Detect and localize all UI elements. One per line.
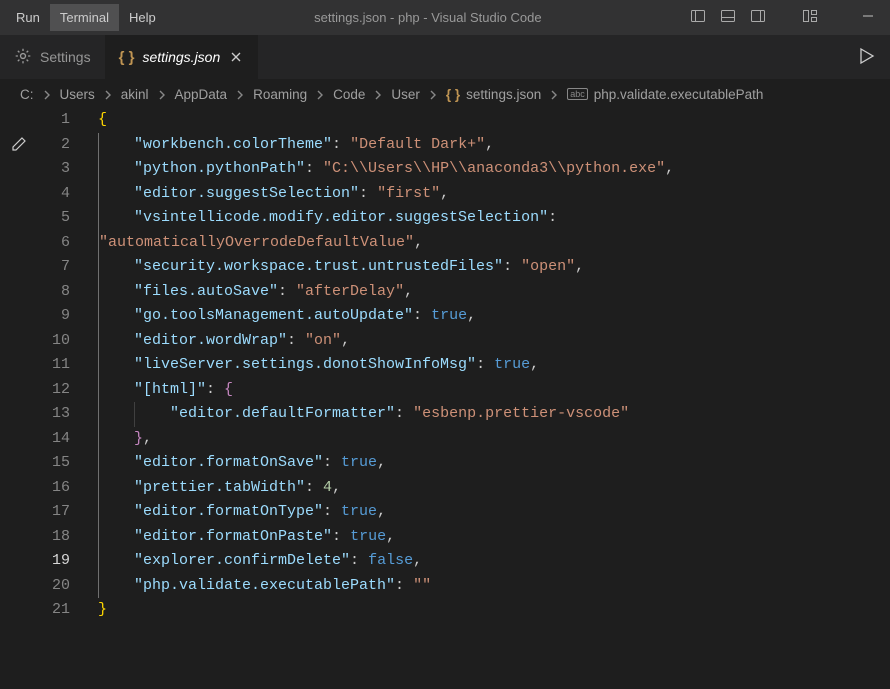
line-number: 19 <box>38 549 70 574</box>
symbol-string-icon: abc <box>567 88 588 100</box>
code-line[interactable]: "[html]": { <box>98 378 674 403</box>
line-number: 10 <box>38 329 70 354</box>
tab-settings-label: Settings <box>40 49 91 65</box>
chevron-right-icon <box>40 86 54 101</box>
breadcrumb-segment[interactable]: C: <box>20 87 34 102</box>
breadcrumb-segment[interactable]: Users <box>60 87 95 102</box>
line-number: 13 <box>38 402 70 427</box>
line-number: 2 <box>38 133 70 158</box>
chevron-right-icon <box>101 86 115 101</box>
line-number: 11 <box>38 353 70 378</box>
line-numbers: 123456789101112131415161718192021 <box>38 108 74 689</box>
code-line[interactable]: "python.pythonPath": "C:\\Users\\HP\\ana… <box>98 157 674 182</box>
code-line[interactable]: "editor.formatOnType": true, <box>98 500 674 525</box>
chevron-right-icon <box>233 86 247 101</box>
menubar: Run Terminal Help <box>0 4 166 31</box>
window-title: settings.json - php - Visual Studio Code <box>166 10 690 25</box>
line-number: 21 <box>38 598 70 623</box>
line-number: 6 <box>38 231 70 256</box>
minimize-icon[interactable] <box>860 8 876 27</box>
breadcrumb-segment[interactable]: User <box>391 87 420 102</box>
line-number: 8 <box>38 280 70 305</box>
code-line[interactable]: "php.validate.executablePath": "" <box>98 574 674 599</box>
chevron-right-icon <box>547 86 561 101</box>
pencil-icon[interactable] <box>11 140 27 157</box>
chevron-right-icon <box>155 86 169 101</box>
code-line[interactable]: "automaticallyOverrodeDefaultValue", <box>98 231 674 256</box>
code-line[interactable] <box>98 623 674 648</box>
code-line[interactable]: "editor.suggestSelection": "first", <box>98 182 674 207</box>
run-icon[interactable] <box>856 46 876 69</box>
panel-bottom-icon[interactable] <box>720 8 736 27</box>
line-number: 3 <box>38 157 70 182</box>
code-line[interactable]: } <box>98 598 674 623</box>
menu-terminal[interactable]: Terminal <box>50 4 119 31</box>
editor[interactable]: 123456789101112131415161718192021 {"work… <box>0 108 890 689</box>
line-number: 12 <box>38 378 70 403</box>
gear-icon <box>14 47 32 68</box>
line-number: 5 <box>38 206 70 231</box>
code-line[interactable]: "liveServer.settings.donotShowInfoMsg": … <box>98 353 674 378</box>
line-number: 14 <box>38 427 70 452</box>
panel-left-icon[interactable] <box>690 8 706 27</box>
code-line[interactable]: { <box>98 108 674 133</box>
breadcrumb-file[interactable]: settings.json <box>466 87 541 102</box>
titlebar: Run Terminal Help settings.json - php - … <box>0 0 890 35</box>
code-line[interactable]: "editor.defaultFormatter": "esbenp.prett… <box>98 402 674 427</box>
chevron-right-icon <box>313 86 327 101</box>
layout-controls <box>690 8 890 27</box>
code-line[interactable]: "security.workspace.trust.untrustedFiles… <box>98 255 674 280</box>
code-line[interactable]: "editor.formatOnSave": true, <box>98 451 674 476</box>
line-number: 1 <box>38 108 70 133</box>
line-number: 16 <box>38 476 70 501</box>
tab-file-label: settings.json <box>142 49 220 65</box>
code-line[interactable]: "go.toolsManagement.autoUpdate": true, <box>98 304 674 329</box>
breadcrumb-segment[interactable]: Roaming <box>253 87 307 102</box>
glyph-margin <box>0 108 38 689</box>
line-number: 18 <box>38 525 70 550</box>
panel-right-icon[interactable] <box>750 8 766 27</box>
close-icon[interactable] <box>228 49 244 65</box>
line-number: 4 <box>38 182 70 207</box>
breadcrumb-segment[interactable]: akinl <box>121 87 149 102</box>
breadcrumb-symbol[interactable]: php.validate.executablePath <box>594 87 764 102</box>
menu-help[interactable]: Help <box>119 4 166 31</box>
customize-layout-icon[interactable] <box>802 8 818 27</box>
code-line[interactable]: "vsintellicode.modify.editor.suggestSele… <box>98 206 674 231</box>
tab-settings[interactable]: Settings <box>0 35 105 79</box>
code-line[interactable]: "prettier.tabWidth": 4, <box>98 476 674 501</box>
folding-gutter <box>74 108 94 689</box>
json-icon: { } <box>446 87 460 102</box>
code-line[interactable]: "workbench.colorTheme": "Default Dark+", <box>98 133 674 158</box>
code-line[interactable]: }, <box>98 427 674 452</box>
menu-run[interactable]: Run <box>6 4 50 31</box>
breadcrumb-segment[interactable]: Code <box>333 87 365 102</box>
line-number: 17 <box>38 500 70 525</box>
tab-settings-json[interactable]: { } settings.json <box>105 35 259 79</box>
code-line[interactable]: "editor.formatOnPaste": true, <box>98 525 674 550</box>
code-line[interactable]: "editor.wordWrap": "on", <box>98 329 674 354</box>
chevron-right-icon <box>371 86 385 101</box>
line-number: 15 <box>38 451 70 476</box>
code-content[interactable]: {"workbench.colorTheme": "Default Dark+"… <box>94 108 674 689</box>
line-number: 20 <box>38 574 70 599</box>
code-line[interactable]: "explorer.confirmDelete": false, <box>98 549 674 574</box>
json-icon: { } <box>119 49 135 66</box>
tabbar: Settings { } settings.json <box>0 35 890 80</box>
line-number: 7 <box>38 255 70 280</box>
line-number: 9 <box>38 304 70 329</box>
breadcrumb-segment[interactable]: AppData <box>175 87 228 102</box>
code-line[interactable]: "files.autoSave": "afterDelay", <box>98 280 674 305</box>
chevron-right-icon <box>426 86 440 101</box>
breadcrumbs[interactable]: C: Users akinl AppData Roaming Code User { } se… <box>0 80 890 108</box>
